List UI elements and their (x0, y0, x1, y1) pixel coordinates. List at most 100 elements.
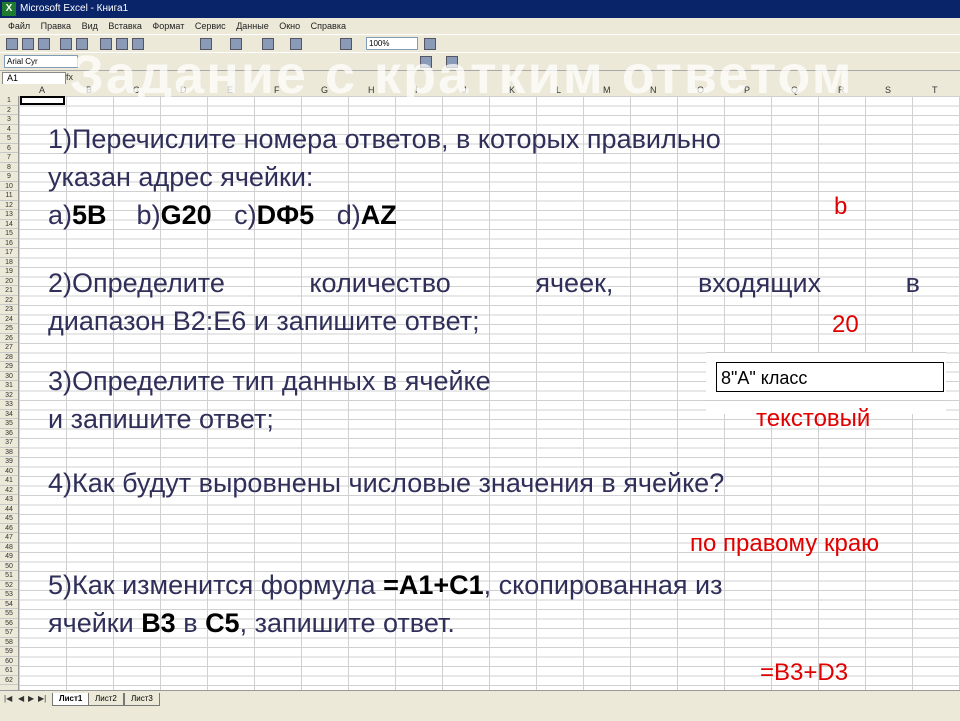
option-b-prefix: b) (136, 200, 161, 230)
column-header[interactable]: S (885, 84, 891, 96)
sheet-tab-1[interactable]: Лист1 (52, 693, 90, 706)
row-header[interactable]: 25 (0, 324, 18, 334)
row-header[interactable]: 59 (0, 647, 18, 657)
column-header[interactable]: A (39, 84, 45, 96)
row-header[interactable]: 55 (0, 609, 18, 619)
row-header[interactable]: 19 (0, 267, 18, 277)
next-sheet-icon[interactable]: ▶ (28, 694, 34, 703)
sheet-tab-2[interactable]: Лист2 (88, 693, 124, 706)
menu-file[interactable]: Файл (8, 18, 30, 34)
row-header[interactable]: 36 (0, 429, 18, 438)
question-4: 4)Как будут выровнены числовые значения … (48, 468, 725, 498)
row-header[interactable]: 5 (0, 134, 18, 144)
row-header[interactable]: 24 (0, 315, 18, 324)
row-header[interactable]: 46 (0, 524, 18, 533)
row-header[interactable]: 33 (0, 400, 18, 410)
excel-logo-icon: X (2, 2, 16, 16)
row-header[interactable]: 42 (0, 486, 18, 495)
selected-cell[interactable] (20, 96, 65, 105)
row-header[interactable]: 4 (0, 125, 18, 134)
row-header[interactable]: 38 (0, 448, 18, 457)
row-header[interactable]: 20 (0, 277, 18, 286)
row-header[interactable]: 23 (0, 305, 18, 315)
row-header[interactable]: 45 (0, 514, 18, 524)
row-header[interactable]: 27 (0, 343, 18, 353)
menu-window[interactable]: Окно (279, 18, 300, 34)
row-header[interactable]: 43 (0, 495, 18, 505)
answer-4: по правому краю (690, 530, 880, 557)
menu-view[interactable]: Вид (82, 18, 98, 34)
row-header[interactable]: 60 (0, 657, 18, 666)
menu-tools[interactable]: Сервис (195, 18, 226, 34)
first-sheet-icon[interactable]: |◀ (4, 694, 12, 703)
cell-example-value: 8"А" класс (716, 362, 944, 392)
row-header[interactable]: 61 (0, 666, 18, 676)
row-header[interactable]: 47 (0, 533, 18, 543)
menu-format[interactable]: Формат (152, 18, 184, 34)
row-header[interactable]: 52 (0, 581, 18, 590)
row-header[interactable]: 54 (0, 600, 18, 609)
row-header[interactable]: 21 (0, 286, 18, 296)
window-title: Microsoft Excel - Книга1 (20, 3, 129, 14)
menu-data[interactable]: Данные (236, 18, 269, 34)
row-header[interactable]: 35 (0, 419, 18, 429)
row-header[interactable]: 40 (0, 467, 18, 476)
menu-edit[interactable]: Правка (41, 18, 71, 34)
save-icon[interactable] (38, 38, 50, 50)
row-header[interactable]: 6 (0, 144, 18, 153)
row-header[interactable]: 62 (0, 676, 18, 685)
row-header[interactable]: 9 (0, 172, 18, 182)
row-header[interactable]: 17 (0, 248, 18, 258)
column-header[interactable]: T (932, 84, 938, 96)
row-header[interactable]: 48 (0, 543, 18, 552)
row-header[interactable]: 51 (0, 571, 18, 581)
question-2-line1: 2)Определите количество ячеек, входящих … (48, 268, 920, 298)
menu-insert[interactable]: Вставка (108, 18, 141, 34)
prev-sheet-icon[interactable]: ◀ (18, 694, 24, 703)
row-header[interactable]: 14 (0, 220, 18, 229)
font-select[interactable]: Arial Cyr (4, 55, 78, 68)
sheet-tab-3[interactable]: Лист3 (124, 693, 160, 706)
row-header[interactable]: 18 (0, 258, 18, 267)
row-header[interactable]: 7 (0, 153, 18, 163)
row-header[interactable]: 29 (0, 362, 18, 372)
row-header[interactable]: 53 (0, 590, 18, 600)
row-header[interactable]: 10 (0, 182, 18, 191)
row-header[interactable]: 49 (0, 552, 18, 562)
row-header[interactable]: 31 (0, 381, 18, 391)
row-header[interactable]: 50 (0, 562, 18, 571)
menu-help[interactable]: Справка (311, 18, 346, 34)
row-header[interactable]: 22 (0, 296, 18, 305)
new-icon[interactable] (6, 38, 18, 50)
open-icon[interactable] (22, 38, 34, 50)
row-header[interactable]: 28 (0, 353, 18, 362)
question-5-line1: 5)Как изменится формула =A1+C1, скопиров… (48, 570, 723, 600)
row-header[interactable]: 2 (0, 106, 18, 115)
row-header[interactable]: 26 (0, 334, 18, 343)
row-header[interactable]: 34 (0, 410, 18, 419)
row-header[interactable]: 39 (0, 457, 18, 467)
row-header[interactable]: 8 (0, 163, 18, 172)
row-header[interactable]: 56 (0, 619, 18, 628)
question-1-line1: 1)Перечислите номера ответов, в которых … (48, 124, 721, 154)
row-header[interactable]: 12 (0, 201, 18, 210)
row-header[interactable]: 16 (0, 239, 18, 248)
row-header[interactable]: 11 (0, 191, 18, 201)
formula: =A1+C1 (383, 570, 484, 600)
row-header[interactable]: 32 (0, 391, 18, 400)
question-5: 5)Как изменится формула =A1+C1, скопиров… (48, 566, 948, 642)
target-cell: C5 (205, 608, 240, 638)
row-header[interactable]: 13 (0, 210, 18, 220)
row-header[interactable]: 15 (0, 229, 18, 239)
row-header[interactable]: 41 (0, 476, 18, 486)
row-header[interactable]: 30 (0, 372, 18, 381)
row-header[interactable]: 37 (0, 438, 18, 448)
last-sheet-icon[interactable]: ▶| (38, 694, 46, 703)
row-header[interactable]: 1 (0, 96, 18, 106)
option-d: AZ (360, 200, 397, 230)
option-c: DФ5 (256, 200, 315, 230)
row-header[interactable]: 44 (0, 505, 18, 514)
row-header[interactable]: 58 (0, 638, 18, 647)
row-header[interactable]: 3 (0, 115, 18, 125)
row-header[interactable]: 57 (0, 628, 18, 638)
